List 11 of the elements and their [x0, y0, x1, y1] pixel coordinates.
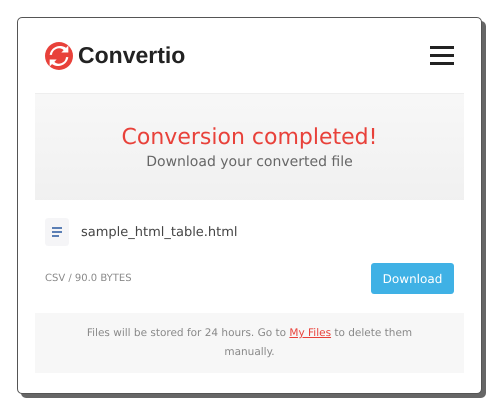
file-name: sample_html_table.html [81, 224, 238, 240]
status-title: Conversion completed! [122, 124, 378, 150]
storage-note: Files will be stored for 24 hours. Go to My Files to delete them manually. [86, 326, 414, 360]
file-info: CSV / 90.0 BYTES [45, 273, 132, 284]
file-icon [45, 218, 69, 246]
logo-text: Convertio [78, 42, 186, 69]
download-button[interactable]: Download [371, 263, 454, 294]
menu-icon[interactable] [430, 46, 454, 65]
status-subtitle: Download your converted file [146, 154, 353, 170]
logo-icon [45, 42, 73, 70]
my-files-link[interactable]: My Files [289, 327, 332, 339]
